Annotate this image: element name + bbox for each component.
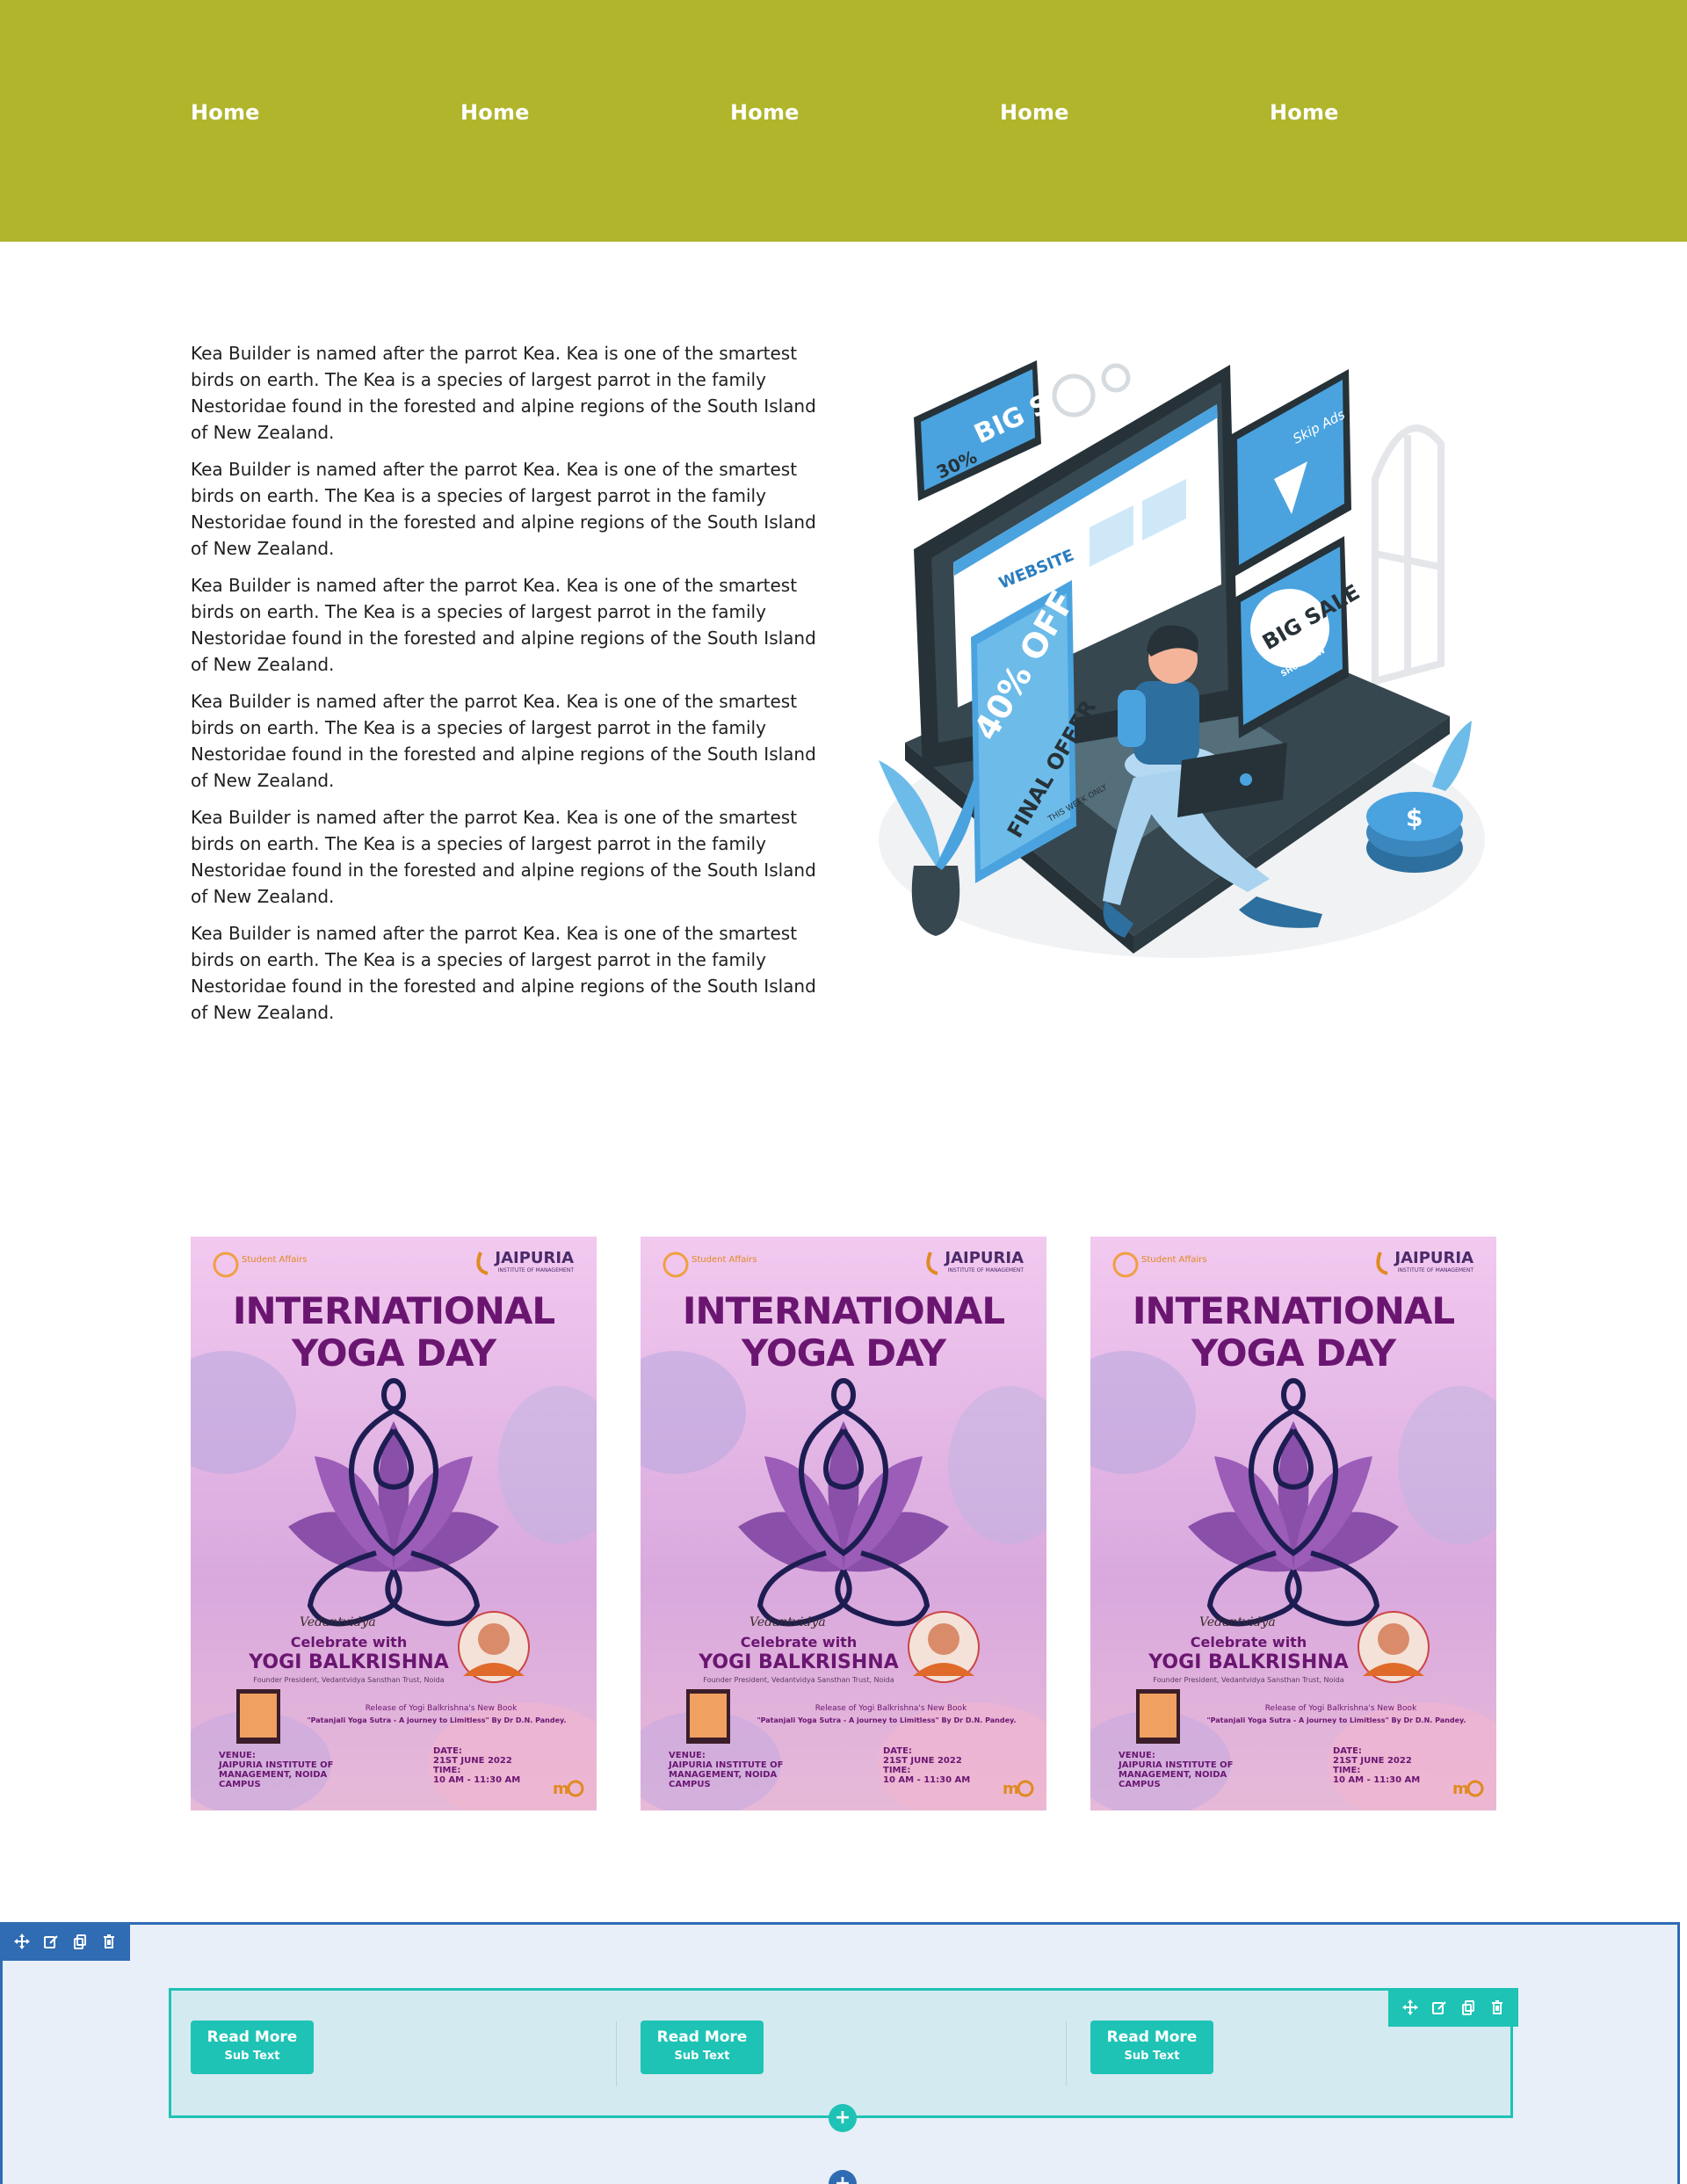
nav-item-home-1[interactable]: Home: [191, 100, 260, 125]
guest-role: Founder President, Vedantvidya Sansthan …: [253, 1676, 445, 1684]
venue-label: VENUE:: [669, 1751, 706, 1760]
book-release-line: Release of Yogi Balkrishna's New Book: [1264, 1704, 1417, 1713]
edit-icon[interactable]: [1429, 1997, 1450, 2018]
intro-text-column: Kea Builder is named after the parrot Ke…: [191, 340, 823, 1036]
book-title-line: "Patanjali Yoga Sutra - A journey to Lim…: [307, 1716, 567, 1724]
row-toolbar: [1388, 1988, 1518, 2027]
nav-item-home-3[interactable]: Home: [730, 100, 800, 125]
svg-text:m: m: [553, 1780, 569, 1798]
online-shopping-illustration: WEBSITE 40% OFF FINAL OFFER THIS WEEK ON…: [870, 347, 1485, 971]
header-bar: Home Home Home Home Home: [0, 0, 1687, 242]
read-more-subtext: Sub Text: [1124, 2050, 1180, 2063]
vedantvidya-brand: Vedantvidya: [749, 1615, 826, 1629]
vedantvidya-brand: Vedantvidya: [300, 1615, 376, 1629]
dollar-sign: $: [1406, 803, 1423, 832]
intro-paragraph: Kea Builder is named after the parrot Ke…: [191, 691, 816, 791]
intro-paragraph: Kea Builder is named after the parrot Ke…: [191, 459, 816, 559]
delete-icon[interactable]: [98, 1931, 119, 1952]
section-toolbar: [0, 1922, 130, 1961]
intro-paragraph: Kea Builder is named after the parrot Ke…: [191, 923, 816, 1023]
column-divider: [1066, 2021, 1067, 2086]
edit-icon[interactable]: [40, 1931, 62, 1952]
venue-value: JAIPURIA INSTITUTE OF MANAGEMENT, NOIDA …: [219, 1760, 334, 1789]
book-release-line: Release of Yogi Balkrishna's New Book: [815, 1704, 967, 1713]
move-icon[interactable]: [11, 1931, 33, 1952]
date-label: DATE:: [1333, 1746, 1362, 1756]
poster-title-line-1: INTERNATIONAL: [682, 1289, 1005, 1332]
book-title-line: "Patanjali Yoga Sutra - A journey to Lim…: [757, 1716, 1017, 1724]
read-more-button[interactable]: Read More Sub Text: [191, 2021, 314, 2074]
student-affairs-label: Student Affairs: [1141, 1255, 1207, 1265]
poster-title-line-2: YOGA DAY: [292, 1331, 496, 1375]
delete-icon[interactable]: [1487, 1997, 1508, 2018]
read-more-subtext: Sub Text: [224, 2050, 280, 2063]
read-more-button[interactable]: Read More Sub Text: [641, 2021, 764, 2074]
duplicate-icon[interactable]: [1458, 1997, 1479, 2018]
date-label: DATE:: [433, 1746, 462, 1756]
yoga-day-poster[interactable]: m Student Affairs JAIPURIA INSTITUTE OF …: [641, 1237, 1046, 1810]
add-element-button[interactable]: +: [829, 2104, 857, 2132]
date-value: 21ST JUNE 2022: [883, 1756, 962, 1766]
yoga-day-poster[interactable]: m Student Affairs JAIPURIA INSTITUTE OF …: [191, 1237, 597, 1810]
institute-subtitle: INSTITUTE OF MANAGEMENT: [1397, 1267, 1473, 1273]
intro-paragraph: Kea Builder is named after the parrot Ke…: [191, 807, 816, 907]
nav-item-home-2[interactable]: Home: [460, 100, 530, 125]
student-affairs-label: Student Affairs: [242, 1255, 308, 1265]
date-value: 21ST JUNE 2022: [1333, 1756, 1412, 1766]
read-more-label: Read More: [206, 2028, 298, 2046]
move-icon[interactable]: [1400, 1997, 1421, 2018]
intro-paragraph: Kea Builder is named after the parrot Ke…: [191, 575, 816, 675]
institute-subtitle: INSTITUTE OF MANAGEMENT: [947, 1267, 1024, 1273]
poster-title-line-1: INTERNATIONAL: [1132, 1289, 1455, 1332]
vedantvidya-brand: Vedantvidya: [1199, 1615, 1276, 1629]
poster-title-line-2: YOGA DAY: [742, 1331, 946, 1375]
read-more-button[interactable]: Read More Sub Text: [1090, 2021, 1213, 2074]
date-value: 21ST JUNE 2022: [433, 1756, 512, 1766]
guest-role: Founder President, Vedantvidya Sansthan …: [703, 1676, 894, 1684]
guest-role: Founder President, Vedantvidya Sansthan …: [1153, 1676, 1344, 1684]
guest-name: YOGI BALKRISHNA: [249, 1651, 449, 1673]
read-more-label: Read More: [656, 2028, 748, 2046]
svg-text:m: m: [1003, 1780, 1019, 1798]
venue-value: JAIPURIA INSTITUTE OF MANAGEMENT, NOIDA …: [669, 1760, 784, 1789]
institute-name: JAIPURIA: [945, 1249, 1024, 1267]
celebrate-with-text: Celebrate with: [740, 1634, 858, 1651]
student-affairs-label: Student Affairs: [691, 1255, 757, 1265]
institute-subtitle: INSTITUTE OF MANAGEMENT: [497, 1267, 574, 1273]
poster-title-line-2: YOGA DAY: [1191, 1331, 1396, 1375]
nav-item-home-4[interactable]: Home: [1000, 100, 1069, 125]
guest-name: YOGI BALKRISHNA: [699, 1651, 899, 1673]
guest-name: YOGI BALKRISHNA: [1148, 1651, 1349, 1673]
column-divider: [616, 2021, 617, 2086]
read-more-label: Read More: [1106, 2028, 1198, 2046]
celebrate-with-text: Celebrate with: [290, 1634, 408, 1651]
venue-value: JAIPURIA INSTITUTE OF MANAGEMENT, NOIDA …: [1119, 1760, 1234, 1789]
time-value: 10 AM - 11:30 AM: [883, 1775, 971, 1785]
time-label: TIME:: [433, 1766, 461, 1775]
venue-label: VENUE:: [219, 1751, 256, 1760]
yoga-day-poster[interactable]: m Student Affairs JAIPURIA INSTITUTE OF …: [1090, 1237, 1496, 1810]
illustration-svg: WEBSITE 40% OFF FINAL OFFER THIS WEEK ON…: [879, 360, 1485, 958]
venue-label: VENUE:: [1119, 1751, 1155, 1760]
celebrate-with-text: Celebrate with: [1190, 1634, 1307, 1651]
time-value: 10 AM - 11:30 AM: [1333, 1775, 1421, 1785]
duplicate-icon[interactable]: [69, 1931, 91, 1952]
time-label: TIME:: [1333, 1766, 1361, 1775]
time-label: TIME:: [883, 1766, 911, 1775]
institute-name: JAIPURIA: [495, 1249, 574, 1267]
time-value: 10 AM - 11:30 AM: [433, 1775, 521, 1785]
institute-name: JAIPURIA: [1394, 1249, 1473, 1267]
nav-item-home-5[interactable]: Home: [1270, 100, 1339, 125]
date-label: DATE:: [883, 1746, 912, 1756]
intro-paragraph: Kea Builder is named after the parrot Ke…: [191, 343, 816, 443]
book-title-line: "Patanjali Yoga Sutra - A journey to Lim…: [1206, 1716, 1466, 1724]
read-more-subtext: Sub Text: [674, 2050, 730, 2063]
svg-text:m: m: [1452, 1780, 1469, 1798]
poster-title-line-1: INTERNATIONAL: [232, 1289, 555, 1332]
book-release-line: Release of Yogi Balkrishna's New Book: [365, 1704, 518, 1713]
editor-row-inner[interactable]: [169, 1988, 1513, 2118]
